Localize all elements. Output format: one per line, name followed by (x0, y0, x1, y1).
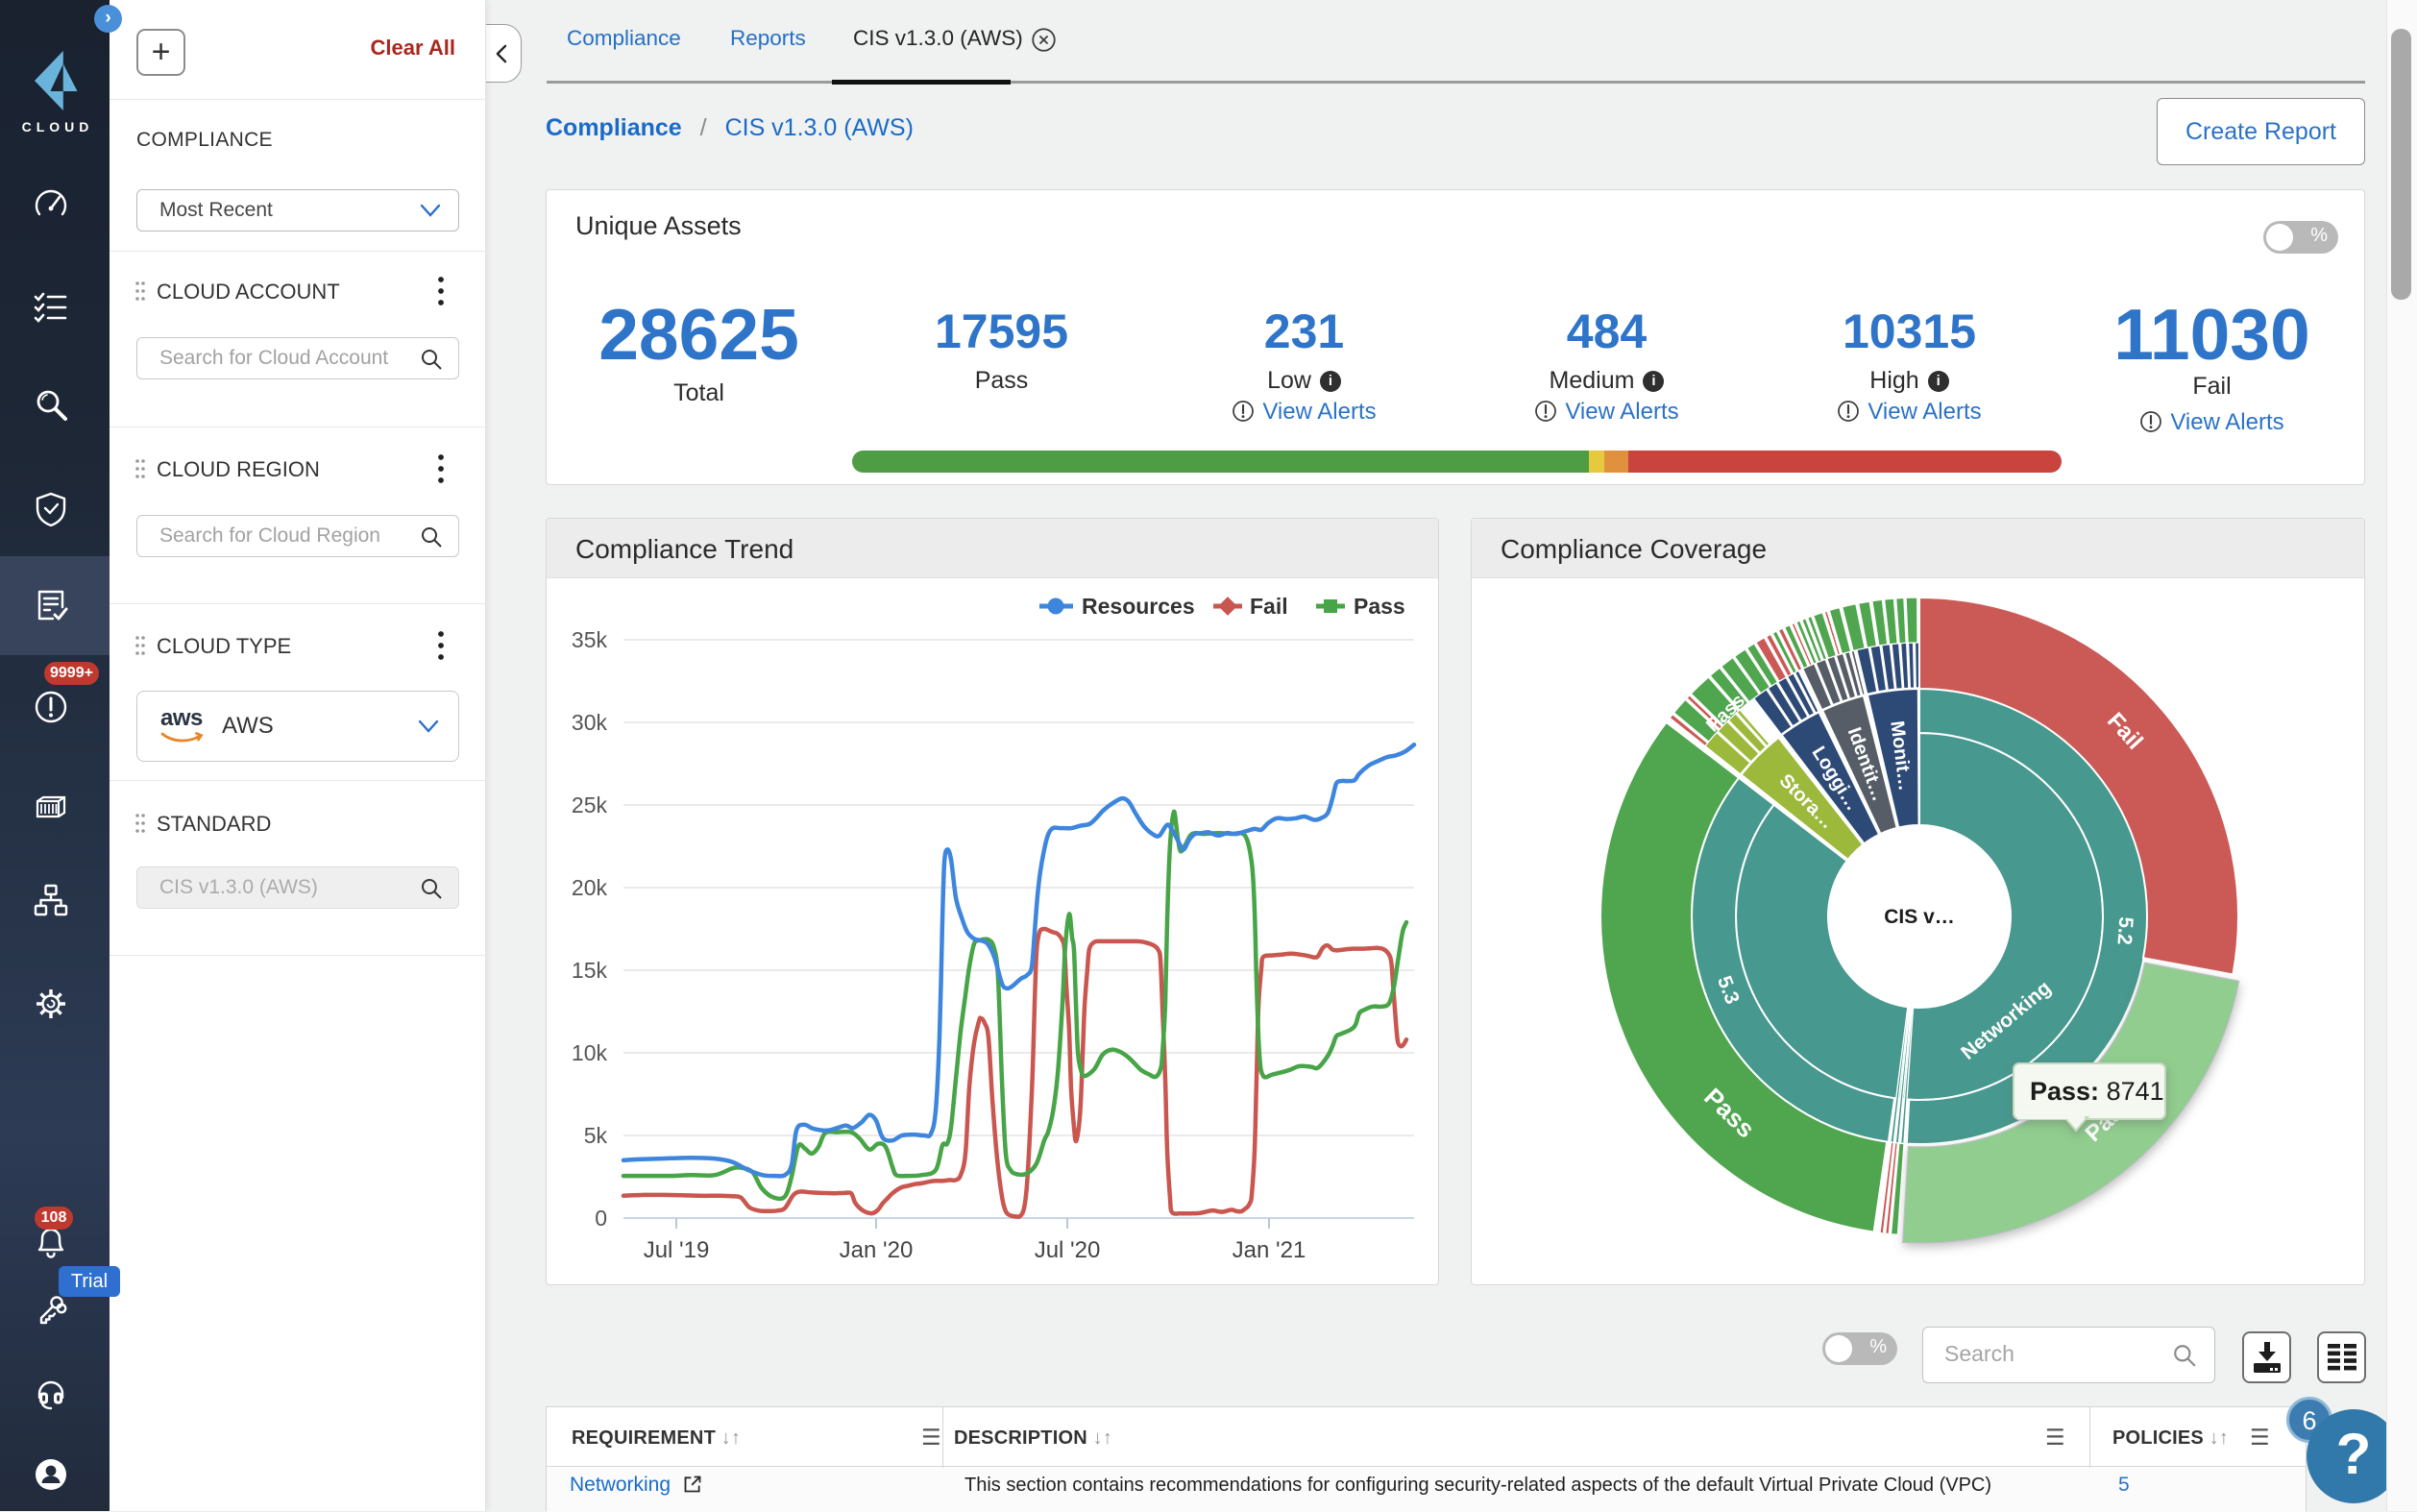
svg-text:25k: 25k (572, 793, 608, 817)
svg-text:20k: 20k (572, 875, 608, 900)
svg-text:Pass: Pass (1354, 594, 1405, 619)
svg-text:Jan '21: Jan '21 (1233, 1237, 1306, 1263)
svg-text:5k: 5k (584, 1123, 608, 1148)
svg-text:Resources: Resources (1082, 594, 1195, 619)
svg-text:Jul '19: Jul '19 (644, 1237, 710, 1263)
svg-text:10k: 10k (572, 1040, 608, 1065)
svg-text:30k: 30k (572, 710, 608, 735)
svg-text:Fail: Fail (1250, 594, 1288, 619)
svg-text:CIS v…: CIS v… (1884, 906, 1955, 928)
svg-text:15k: 15k (572, 958, 608, 983)
svg-text:0: 0 (595, 1206, 607, 1231)
svg-text:5.2: 5.2 (2112, 916, 2136, 946)
svg-text:Jul '20: Jul '20 (1035, 1237, 1101, 1263)
svg-text:35k: 35k (572, 627, 608, 652)
svg-text:Pass: 8741: Pass: 8741 (2030, 1077, 2164, 1106)
svg-text:Jan '20: Jan '20 (840, 1237, 914, 1263)
